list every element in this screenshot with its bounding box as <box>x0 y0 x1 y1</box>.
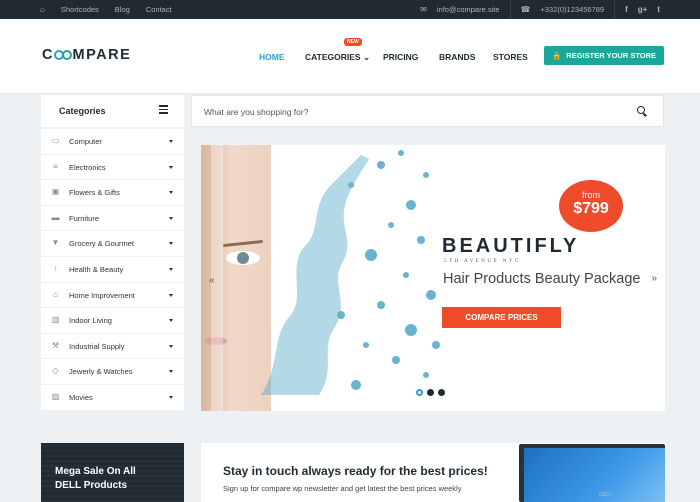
dell-promo-banner[interactable]: Mega Sale On All DELL Products <box>41 443 184 502</box>
diamond-icon: ◇ <box>52 366 59 376</box>
twitter-icon[interactable]: t <box>657 5 660 14</box>
slider-dot[interactable] <box>438 389 445 396</box>
category-item[interactable]: ⌂ Home Improvement <box>41 283 184 309</box>
beauty-icon: ↑ <box>53 264 58 273</box>
home-icon: ⌂ <box>53 289 58 299</box>
categories-title: Categories <box>59 106 106 116</box>
category-label: Jewerly & Watches <box>69 367 133 377</box>
nav-pricing[interactable]: PRICING <box>383 52 418 62</box>
water-splash-image <box>261 150 440 395</box>
category-label: Computer <box>69 137 102 146</box>
slider-prev-icon[interactable]: « <box>209 275 215 286</box>
caret-down-icon[interactable] <box>169 140 173 143</box>
monitor-image: DELL <box>519 444 665 502</box>
category-label: Flowers & Gifts <box>69 188 120 198</box>
category-item[interactable]: ▭ Computer <box>41 129 184 155</box>
caret-down-icon[interactable] <box>169 344 173 348</box>
topbar-link-shortcodes[interactable]: Shortcodes <box>61 5 99 14</box>
envelope-icon: ✉ <box>420 5 427 14</box>
category-item[interactable]: ◇ Jewerly & Watches <box>41 359 184 385</box>
register-store-button[interactable]: 🔒 REGISTER YOUR STORE <box>544 46 664 65</box>
lock-icon: 🔒 <box>551 51 562 60</box>
new-badge: NEW <box>344 38 362 46</box>
google-plus-icon[interactable]: g+ <box>638 5 648 14</box>
category-item[interactable]: ▣ Flowers & Gifts <box>41 180 184 206</box>
site-header: C MPARE HOME CATEGORIES ⌄ PRICING BRANDS … <box>0 19 700 94</box>
top-bar: ⌂ Shortcodes Blog Contact ✉ info@compare… <box>0 0 700 19</box>
nav-brands[interactable]: BRANDS <box>439 52 475 62</box>
category-item[interactable]: ≡ Electronics <box>41 155 184 181</box>
newsletter-subtitle: Sign up for compare wp newsletter and ge… <box>223 484 462 493</box>
slide-subline: 5TH AVENUE NYC <box>444 259 521 264</box>
category-label: Health & Beauty <box>69 265 124 274</box>
caret-down-icon[interactable] <box>169 191 173 195</box>
divider <box>614 0 616 19</box>
film-icon: ▨ <box>51 392 60 401</box>
topbar-phone: +332(0)123456789 <box>540 5 605 14</box>
slide-tagline: Hair Products Beauty Package <box>443 271 641 287</box>
nav-categories[interactable]: CATEGORIES ⌄ <box>305 52 370 63</box>
category-item[interactable]: ▼ Grocery & Gourmet <box>41 231 184 257</box>
topbar-link-contact[interactable]: Contact <box>146 5 172 14</box>
nav-stores[interactable]: STORES <box>493 52 528 62</box>
monitor-icon: ▭ <box>51 136 60 145</box>
slider-dot[interactable] <box>427 389 434 396</box>
sliders-icon: ≡ <box>53 161 58 171</box>
tools-icon: ⚒ <box>51 340 60 350</box>
caret-down-icon[interactable] <box>169 216 173 220</box>
category-label: Electronics <box>69 162 106 172</box>
nav-home[interactable]: HOME <box>259 52 285 62</box>
slider-dots <box>416 389 445 396</box>
facebook-icon[interactable]: f <box>625 5 628 14</box>
slider-dot[interactable] <box>416 389 423 396</box>
search-bar[interactable]: What are you shopping for? <box>191 95 664 127</box>
category-label: Furniture <box>69 213 100 223</box>
topbar-email[interactable]: info@compare.site <box>437 5 500 14</box>
menu-icon[interactable] <box>159 105 168 116</box>
categories-header[interactable]: Categories <box>41 95 184 127</box>
slider-next-icon[interactable]: » <box>651 273 657 284</box>
slide-brand: BEAUTIFLY <box>442 235 580 257</box>
newsletter-title: Stay in touch always ready for the best … <box>223 464 488 478</box>
caret-down-icon[interactable] <box>169 396 173 399</box>
category-label: Indoor Living <box>69 316 112 326</box>
hero-slider[interactable]: « » from $799 BEAUTIFLY 5TH AVENUE NYC H… <box>201 145 665 411</box>
caret-down-icon[interactable] <box>169 370 173 374</box>
newsletter-banner: Stay in touch always ready for the best … <box>201 443 665 502</box>
search-icon[interactable] <box>637 106 645 114</box>
caret-down-icon[interactable] <box>169 293 173 297</box>
search-input[interactable]: What are you shopping for? <box>204 107 308 117</box>
compare-prices-button[interactable]: COMPARE PRICES <box>442 307 561 328</box>
gift-icon: ▣ <box>51 187 60 197</box>
category-label: Industrial Supply <box>69 341 125 351</box>
cart-icon: ▼ <box>51 238 60 248</box>
sofa-icon: ▬ <box>51 212 60 222</box>
category-item[interactable]: ▬ Furniture <box>41 206 184 232</box>
category-label: Home Improvement <box>69 290 135 300</box>
category-item[interactable]: ▥ Indoor Living <box>41 308 184 334</box>
caret-down-icon[interactable] <box>169 165 173 169</box>
promo-title: Mega Sale On All DELL Products <box>55 466 136 491</box>
building-icon: ▥ <box>51 315 60 325</box>
topbar-link-blog[interactable]: Blog <box>115 5 130 14</box>
home-icon[interactable]: ⌂ <box>40 5 45 14</box>
category-label: Grocery & Gourmet <box>69 239 135 249</box>
chevron-down-icon: ⌄ <box>362 52 371 62</box>
divider <box>509 0 511 19</box>
phone-icon: ☎ <box>520 5 531 14</box>
category-list: ▭ Computer ≡ Electronics ▣ Flowers & Gifts ▬ Fu… <box>41 129 184 411</box>
category-item[interactable]: ↑ Health & Beauty <box>41 257 184 283</box>
caret-down-icon[interactable] <box>169 242 173 246</box>
category-item[interactable]: ▨ Movies <box>41 385 184 411</box>
logo[interactable]: C MPARE <box>42 47 131 63</box>
category-item[interactable]: ⚒ Industrial Supply <box>41 334 184 360</box>
caret-down-icon[interactable] <box>169 319 173 323</box>
category-label: Movies <box>69 393 93 402</box>
price-badge: from $799 <box>559 180 623 232</box>
caret-down-icon[interactable] <box>169 268 173 271</box>
